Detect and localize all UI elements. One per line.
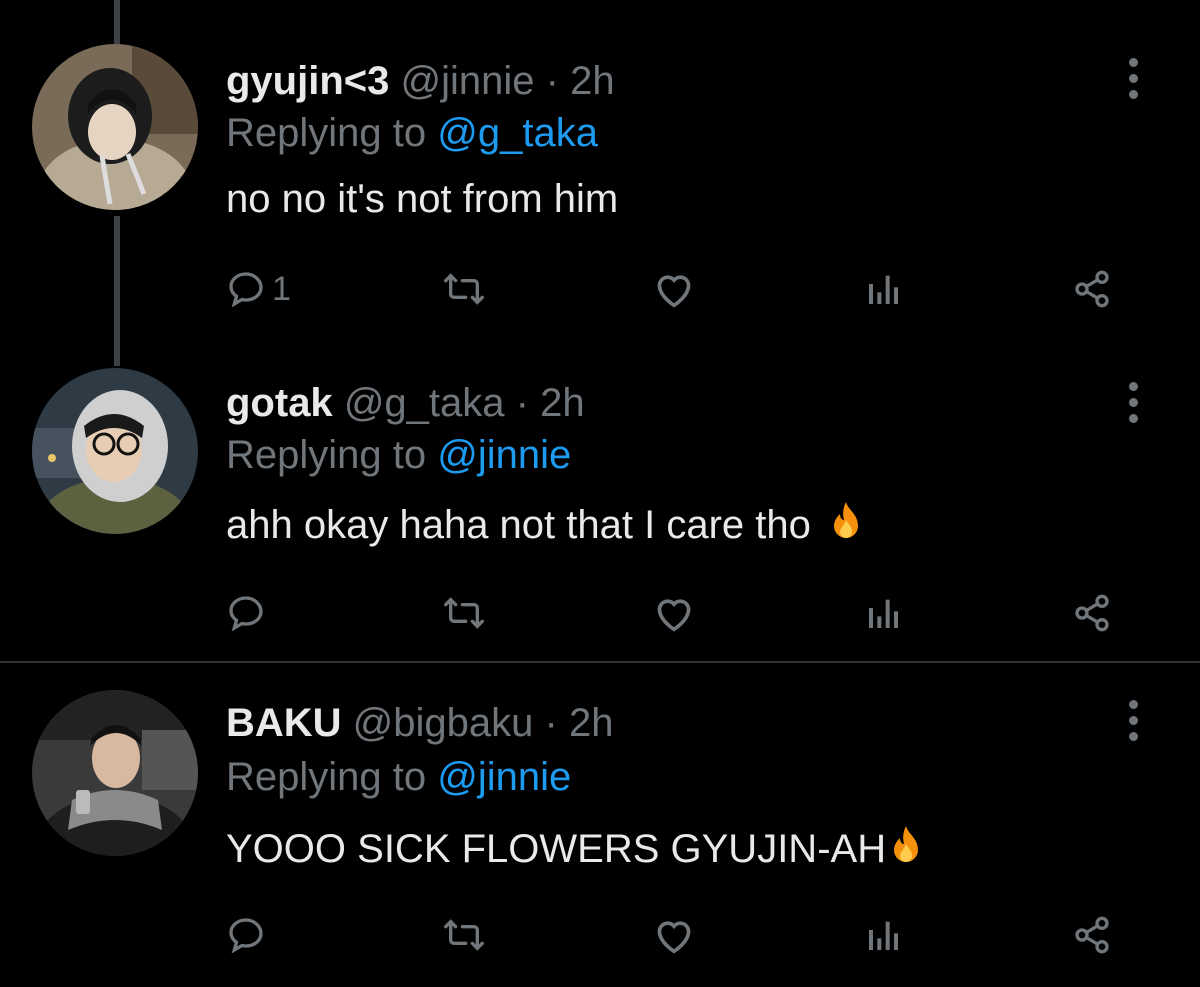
heart-icon [657, 599, 691, 632]
tweet-header: BAKU @bigbaku · 2h [226, 700, 613, 746]
tweet-header: gyujin<3 @jinnie · 2h [226, 58, 615, 104]
replying-to-label: Replying to [226, 755, 427, 799]
share-icon [1075, 594, 1109, 632]
tweet[interactable]: BAKU @bigbaku · 2h Replying to @jinnie Y… [0, 690, 1200, 987]
tweet-text-content: YOOO SICK FLOWERS GYUJIN-AH [226, 827, 887, 871]
separator: · [544, 701, 558, 745]
speech-bubble-icon [229, 596, 263, 632]
retweet-button[interactable] [440, 588, 488, 638]
separator: · [545, 59, 559, 103]
mention-link[interactable]: @jinnie [437, 433, 571, 477]
display-name[interactable]: BAKU [226, 701, 342, 745]
tweet-header: gotak @g_taka · 2h [226, 380, 585, 426]
heart-icon [657, 921, 691, 954]
more-options-button[interactable] [1120, 372, 1146, 432]
tweet[interactable]: gyujin<3 @jinnie · 2h Replying to @g_tak… [0, 44, 1200, 348]
display-name[interactable]: gotak [226, 381, 333, 425]
reply-button[interactable]: 1 [226, 264, 291, 314]
divider [0, 661, 1200, 663]
like-button[interactable] [652, 264, 696, 314]
user-handle[interactable]: @g_taka [344, 381, 505, 425]
speech-bubble-icon [229, 918, 263, 954]
more-options-button[interactable] [1120, 48, 1146, 108]
heart-icon [657, 275, 691, 308]
tweet-actions: 1 [0, 264, 1200, 314]
bar-chart-icon [869, 921, 898, 950]
fire-emoji [886, 824, 926, 878]
reply-count: 1 [272, 269, 291, 308]
avatar[interactable] [32, 368, 198, 534]
bar-chart-icon [869, 275, 898, 304]
tweet-text: ahh okay haha not that I care tho [226, 500, 866, 554]
like-button[interactable] [652, 588, 696, 638]
mention-link[interactable]: @jinnie [437, 755, 571, 799]
views-button[interactable] [864, 588, 904, 638]
fire-emoji [826, 500, 866, 554]
speech-bubble-icon [229, 272, 263, 308]
retweet-button[interactable] [440, 264, 488, 314]
share-icon [1075, 916, 1109, 954]
avatar[interactable] [32, 690, 198, 856]
separator: · [515, 381, 529, 425]
views-button[interactable] [864, 910, 904, 960]
share-button[interactable] [1072, 588, 1112, 638]
tweet-text: no no it's not from him [226, 176, 618, 222]
replying-to-label: Replying to [226, 433, 427, 477]
timestamp[interactable]: 2h [570, 59, 615, 103]
mention-link[interactable]: @g_taka [437, 111, 598, 155]
replying-to-label: Replying to [226, 111, 427, 155]
replying-to: Replying to @g_taka [226, 110, 598, 156]
tweet[interactable]: gotak @g_taka · 2h Replying to @jinnie a… [0, 368, 1200, 660]
retweet-button[interactable] [440, 910, 488, 960]
tweet-text-content: no no it's not from him [226, 177, 619, 221]
retweet-icon [444, 273, 485, 305]
vertical-ellipsis-icon [1128, 381, 1138, 391]
vertical-ellipsis-icon [1128, 699, 1138, 709]
share-icon [1075, 270, 1109, 308]
replying-to: Replying to @jinnie [226, 432, 571, 478]
tweet-text-content: ahh okay haha not that I care tho [226, 503, 811, 547]
reply-button[interactable] [226, 910, 272, 960]
share-button[interactable] [1072, 264, 1112, 314]
share-button[interactable] [1072, 910, 1112, 960]
timestamp[interactable]: 2h [540, 381, 585, 425]
user-handle[interactable]: @jinnie [401, 59, 535, 103]
reply-button[interactable] [226, 588, 272, 638]
display-name[interactable]: gyujin<3 [226, 59, 389, 103]
replying-to: Replying to @jinnie [226, 754, 571, 800]
avatar[interactable] [32, 44, 198, 210]
user-handle[interactable]: @bigbaku [353, 701, 534, 745]
tweet-actions [0, 588, 1200, 638]
tweet-text: YOOO SICK FLOWERS GYUJIN-AH [226, 824, 926, 878]
more-options-button[interactable] [1120, 690, 1146, 750]
vertical-ellipsis-icon [1128, 57, 1138, 67]
timestamp[interactable]: 2h [569, 701, 614, 745]
like-button[interactable] [652, 910, 696, 960]
retweet-icon [444, 919, 485, 951]
retweet-icon [444, 597, 485, 629]
tweet-actions [0, 910, 1200, 960]
bar-chart-icon [869, 599, 898, 628]
views-button[interactable] [864, 264, 904, 314]
